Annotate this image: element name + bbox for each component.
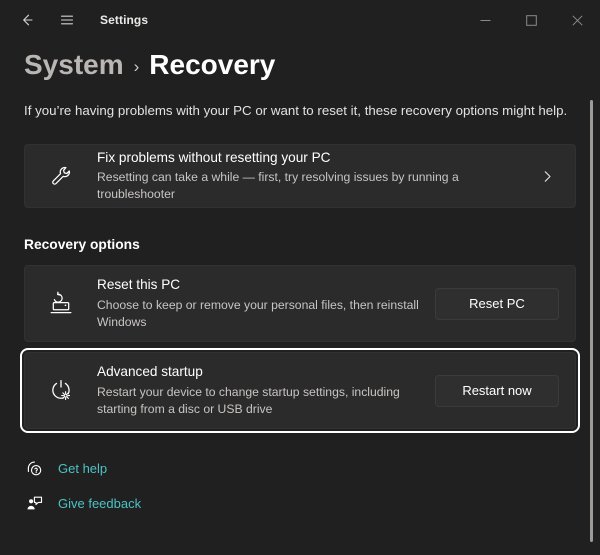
reset-this-pc-title: Reset this PC xyxy=(97,277,181,293)
minimize-icon xyxy=(480,19,490,21)
back-button[interactable] xyxy=(10,5,44,35)
fix-problems-card[interactable]: Fix problems without resetting your PC R… xyxy=(24,144,576,209)
wrench-icon xyxy=(41,164,81,188)
advanced-startup-icon xyxy=(41,378,81,404)
footer-links: Get help Give feedback xyxy=(24,455,576,517)
wrench-icon-glyph xyxy=(52,167,70,185)
page-description: If you’re having problems with your PC o… xyxy=(24,103,568,118)
minimize-button[interactable] xyxy=(462,0,508,40)
arrow-left-icon xyxy=(23,14,33,26)
advanced-startup-title: Advanced startup xyxy=(97,364,203,380)
get-help-icon xyxy=(24,460,44,477)
get-help-icon-glyph xyxy=(27,461,41,476)
advanced-startup-card[interactable]: Advanced startup Restart your device to … xyxy=(20,348,580,434)
reset-this-pc-text: Reset this PC Choose to keep or remove y… xyxy=(97,276,435,331)
close-icon xyxy=(571,14,583,26)
advanced-startup-subtitle: Restart your device to change startup se… xyxy=(97,384,400,416)
app-title: Settings xyxy=(100,13,149,27)
settings-window: Settings System › Recovery If you’re hav… xyxy=(0,0,600,555)
maximize-icon xyxy=(525,14,537,26)
hamburger-menu-button[interactable] xyxy=(50,5,84,35)
reset-this-pc-card: Reset this PC Choose to keep or remove y… xyxy=(24,265,576,343)
chevron-right-icon-glyph xyxy=(544,170,551,182)
scrollbar[interactable] xyxy=(589,96,595,549)
advanced-startup-icon-glyph xyxy=(52,379,71,400)
chevron-right-icon xyxy=(535,170,559,183)
reset-pc-button[interactable]: Reset PC xyxy=(435,287,559,320)
advanced-startup-text: Advanced startup Restart your device to … xyxy=(97,363,435,418)
window-controls xyxy=(462,0,600,40)
hamburger-menu-icon xyxy=(60,15,74,25)
close-button[interactable] xyxy=(554,0,600,40)
get-help-label: Get help xyxy=(58,461,108,477)
reset-pc-icon xyxy=(41,291,81,317)
breadcrumb-current-recovery: Recovery xyxy=(149,49,276,80)
get-help-link[interactable]: Get help xyxy=(24,455,107,482)
recovery-options-heading: Recovery options xyxy=(24,237,140,253)
fix-problems-title: Fix problems without resetting your PC xyxy=(97,149,331,165)
give-feedback-link[interactable]: Give feedback xyxy=(24,490,141,517)
reset-pc-icon-glyph xyxy=(50,291,72,313)
restart-now-button[interactable]: Restart now xyxy=(435,374,559,407)
breadcrumb-parent-system[interactable]: System xyxy=(24,47,124,82)
page-content: System › Recovery If you’re having probl… xyxy=(0,47,600,517)
fix-problems-subtitle: Resetting can take a while — first, try … xyxy=(97,170,459,202)
breadcrumb-separator-icon: › xyxy=(133,56,140,76)
give-feedback-icon-glyph xyxy=(27,496,42,510)
give-feedback-icon xyxy=(24,495,44,512)
breadcrumb: System › Recovery xyxy=(24,47,576,82)
title-bar: Settings xyxy=(0,0,600,40)
reset-this-pc-subtitle: Choose to keep or remove your personal f… xyxy=(97,297,419,329)
scrollbar-thumb[interactable] xyxy=(590,100,593,542)
give-feedback-label: Give feedback xyxy=(58,496,142,512)
maximize-button[interactable] xyxy=(508,0,554,40)
fix-problems-text: Fix problems without resetting your PC R… xyxy=(97,149,535,204)
